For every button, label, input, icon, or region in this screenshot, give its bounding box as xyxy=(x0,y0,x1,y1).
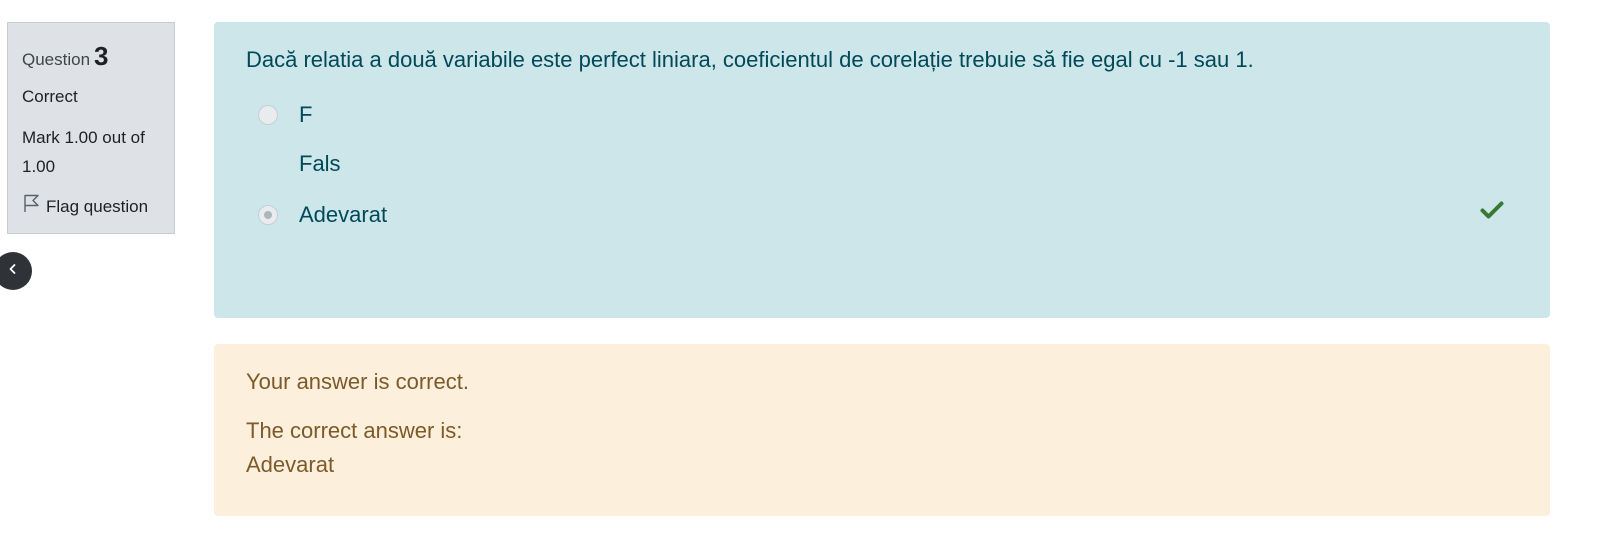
question-info-panel: Question 3 Correct Mark 1.00 out of 1.00 … xyxy=(7,22,175,234)
answer-label-adevarat: Adevarat xyxy=(299,202,388,227)
answer-radio-adevarat[interactable] xyxy=(258,205,278,225)
answer-option-f[interactable]: F Fals xyxy=(246,100,1518,179)
correct-answer-value: Adevarat xyxy=(246,452,335,477)
correct-answer-label: The correct answer is: xyxy=(246,418,463,443)
drawer-toggle-button[interactable] xyxy=(0,252,32,290)
answer-text-f: F Fals xyxy=(299,100,341,179)
flag-question-link[interactable]: Flag question xyxy=(22,193,162,220)
flag-question-label: Flag question xyxy=(46,196,149,216)
feedback-text: Your answer is correct. xyxy=(246,369,469,394)
correct-answer-block: The correct answer is: Adevarat xyxy=(246,414,1518,482)
chevron-left-icon xyxy=(7,262,19,280)
answer-options: F Fals Adevarat xyxy=(246,100,1518,230)
question-outcome: Your answer is correct. The correct answ… xyxy=(214,344,1550,516)
question-label: Question xyxy=(22,50,91,69)
answer-option-adevarat[interactable]: Adevarat xyxy=(246,200,1518,230)
correct-check-icon xyxy=(1480,200,1504,225)
question-number: 3 xyxy=(94,41,109,71)
answer-label-f: F xyxy=(299,102,313,127)
answer-radio-f[interactable] xyxy=(258,105,278,125)
question-formulation: Dacă relatia a două variabile este perfe… xyxy=(214,22,1550,318)
question-state: Correct xyxy=(22,87,78,106)
flag-icon xyxy=(22,193,46,220)
question-grade: Mark 1.00 out of 1.00 xyxy=(22,128,145,176)
question-number-heading: Question 3 xyxy=(22,41,162,75)
question-text: Dacă relatia a două variabile este perfe… xyxy=(246,47,1254,72)
answer-sublabel-f: Fals xyxy=(299,151,341,176)
